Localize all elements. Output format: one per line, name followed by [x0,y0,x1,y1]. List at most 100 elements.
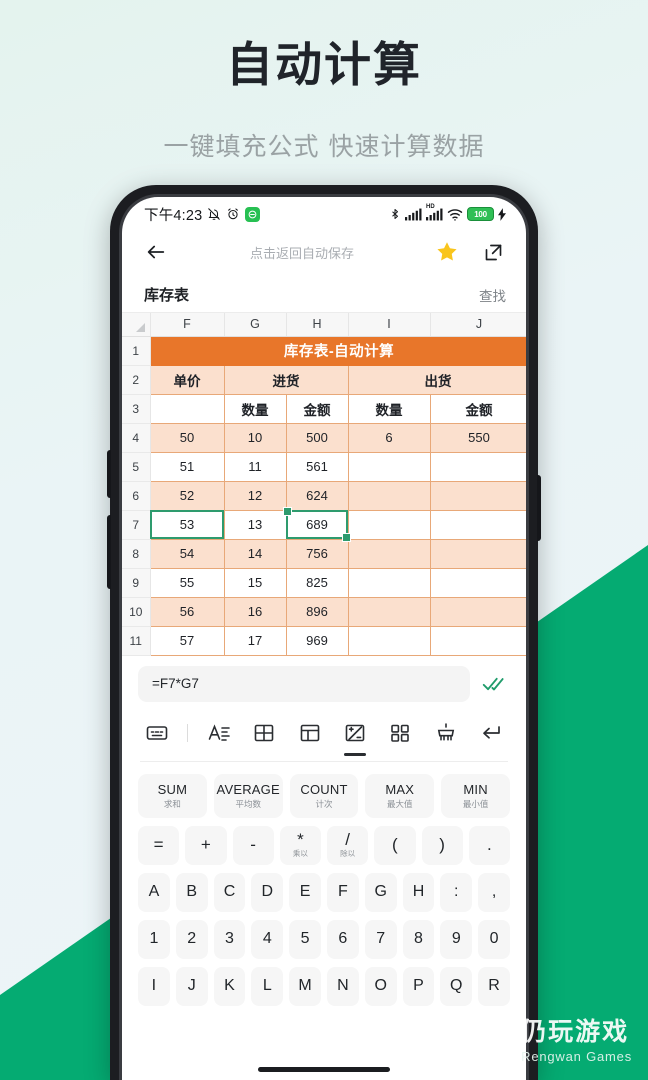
function-chip-sum[interactable]: SUM 求和 [138,773,207,818]
double-check-icon[interactable] [480,675,510,693]
text-format-icon[interactable] [204,718,234,748]
grid-cell[interactable] [348,481,431,511]
layout-icon[interactable] [295,718,325,748]
function-chip-max[interactable]: MAX 最大值 [365,773,435,818]
key-,[interactable]: , [478,872,510,912]
key-([interactable]: ( [374,825,416,865]
grid-cell[interactable] [348,597,431,627]
select-all-triangle-icon[interactable] [122,313,151,337]
key-+[interactable]: + [185,825,227,865]
row-header-2[interactable]: 2 [122,365,151,395]
sheet-title-banner[interactable]: 库存表-自动计算 [150,336,526,366]
spreadsheet-grid[interactable]: F G H I J 1 库存表-自动计算 2 单价 进货 出货 3 数量 金额 数量 金额 4 50 10… [122,313,526,656]
grid-cell-shipment-group[interactable]: 出货 [348,365,526,395]
key--[interactable]: - [232,825,274,865]
grid-cell[interactable] [150,394,225,424]
apps-grid-icon[interactable] [385,718,415,748]
back-arrow-icon[interactable] [140,236,172,268]
key-*[interactable]: * 乘以 [279,825,321,865]
row-header-6[interactable]: 6 [122,481,151,511]
grid-cell[interactable]: 57 [150,626,225,656]
column-header-F[interactable]: F [150,313,225,337]
grid-cell[interactable]: 16 [224,597,287,627]
grid-cell[interactable]: 550 [430,423,526,453]
spreadsheet-row[interactable]: 7 53 13 689 [122,510,526,540]
key-A[interactable]: A [138,872,170,912]
spreadsheet-row[interactable]: 8 54 14 756 [122,539,526,569]
row-header-10[interactable]: 10 [122,597,151,627]
spreadsheet-row[interactable]: 10 56 16 896 [122,597,526,627]
grid-cell[interactable]: 金额 [286,394,349,424]
key-N[interactable]: N [326,966,359,1006]
function-chip-min[interactable]: MIN 最小值 [441,773,510,818]
formula-input[interactable]: =F7*G7 [138,665,470,702]
grid-cell[interactable] [348,452,431,482]
grid-cell[interactable]: 17 [224,626,287,656]
grid-cell[interactable]: 10 [224,423,287,453]
grid-cell[interactable]: 6 [348,423,431,453]
grid-cell[interactable] [430,539,526,569]
key-H[interactable]: H [402,872,435,912]
column-header-J[interactable]: J [430,313,526,337]
grid-cell[interactable] [348,626,431,656]
key-I[interactable]: I [138,966,170,1006]
key-1[interactable]: 1 [138,919,170,959]
grid-cell[interactable] [430,597,526,627]
grid-cell[interactable]: 54 [150,539,225,569]
grid-cell[interactable]: 金额 [430,394,526,424]
column-header-G[interactable]: G [224,313,287,337]
key-/[interactable]: / 除以 [327,825,369,865]
key-F[interactable]: F [326,872,359,912]
grid-cell[interactable]: 52 [150,481,225,511]
grid-cell[interactable]: 13 [224,510,287,540]
key-B[interactable]: B [175,872,208,912]
column-header-H[interactable]: H [286,313,349,337]
clear-brush-icon[interactable] [431,718,461,748]
grid-cell[interactable] [348,510,431,540]
grid-cell[interactable]: 53 [150,510,225,540]
key-)[interactable]: ) [421,825,463,865]
key-.[interactable]: . [468,825,510,865]
key-L[interactable]: L [251,966,284,1006]
grid-cell[interactable]: 896 [286,597,349,627]
function-chip-count[interactable]: COUNT 计次 [289,773,359,818]
spreadsheet-area[interactable]: F G H I J 1 库存表-自动计算 2 单价 进货 出货 3 数量 金额 数量 金额 4 50 10… [122,313,526,656]
spreadsheet-row[interactable]: 11 57 17 969 [122,626,526,656]
editor-icon-toolbar[interactable] [122,708,526,756]
spreadsheet-row[interactable]: 4 50 10 500 6 550 [122,423,526,453]
row-header-3[interactable]: 3 [122,394,151,424]
spreadsheet-row[interactable]: 9 55 15 825 [122,568,526,598]
row-header-9[interactable]: 9 [122,568,151,598]
key-O[interactable]: O [364,966,397,1006]
grid-cell[interactable] [348,539,431,569]
key-J[interactable]: J [175,966,208,1006]
grid-cell[interactable]: 756 [286,539,349,569]
share-external-icon[interactable] [478,237,508,267]
grid-cell[interactable] [430,626,526,656]
grid-cell[interactable] [430,481,526,511]
row-header-1[interactable]: 1 [122,336,151,366]
keyboard-operator-row[interactable]: = + - * 乘以 / 除以(). [122,818,526,865]
keyboard-icon[interactable] [142,718,172,748]
row-header-7[interactable]: 7 [122,510,151,540]
key-K[interactable]: K [213,966,246,1006]
grid-cell[interactable] [430,510,526,540]
grid-cell[interactable] [348,568,431,598]
grid-cell[interactable]: 数量 [224,394,287,424]
key-G[interactable]: G [364,872,397,912]
star-icon[interactable] [432,237,462,267]
grid-cell[interactable]: 55 [150,568,225,598]
function-chip-row[interactable]: SUM 求和 AVERAGE 平均数 COUNT 计次 MAX 最大值 MIN 最小值 [122,762,526,818]
row-header-11[interactable]: 11 [122,626,151,656]
key-=[interactable]: = [138,825,180,865]
key-D[interactable]: D [251,872,284,912]
key-4[interactable]: 4 [251,919,284,959]
grid-cell[interactable]: 11 [224,452,287,482]
spreadsheet-row[interactable]: 6 52 12 624 [122,481,526,511]
key-0[interactable]: 0 [478,919,510,959]
find-button[interactable]: 查找 [479,285,506,305]
keyboard-letter-row-2[interactable]: I J K L M N O P Q R [122,959,526,1006]
grid-cell[interactable]: 50 [150,423,225,453]
grid-cell[interactable]: 825 [286,568,349,598]
enter-return-icon[interactable] [476,718,506,748]
